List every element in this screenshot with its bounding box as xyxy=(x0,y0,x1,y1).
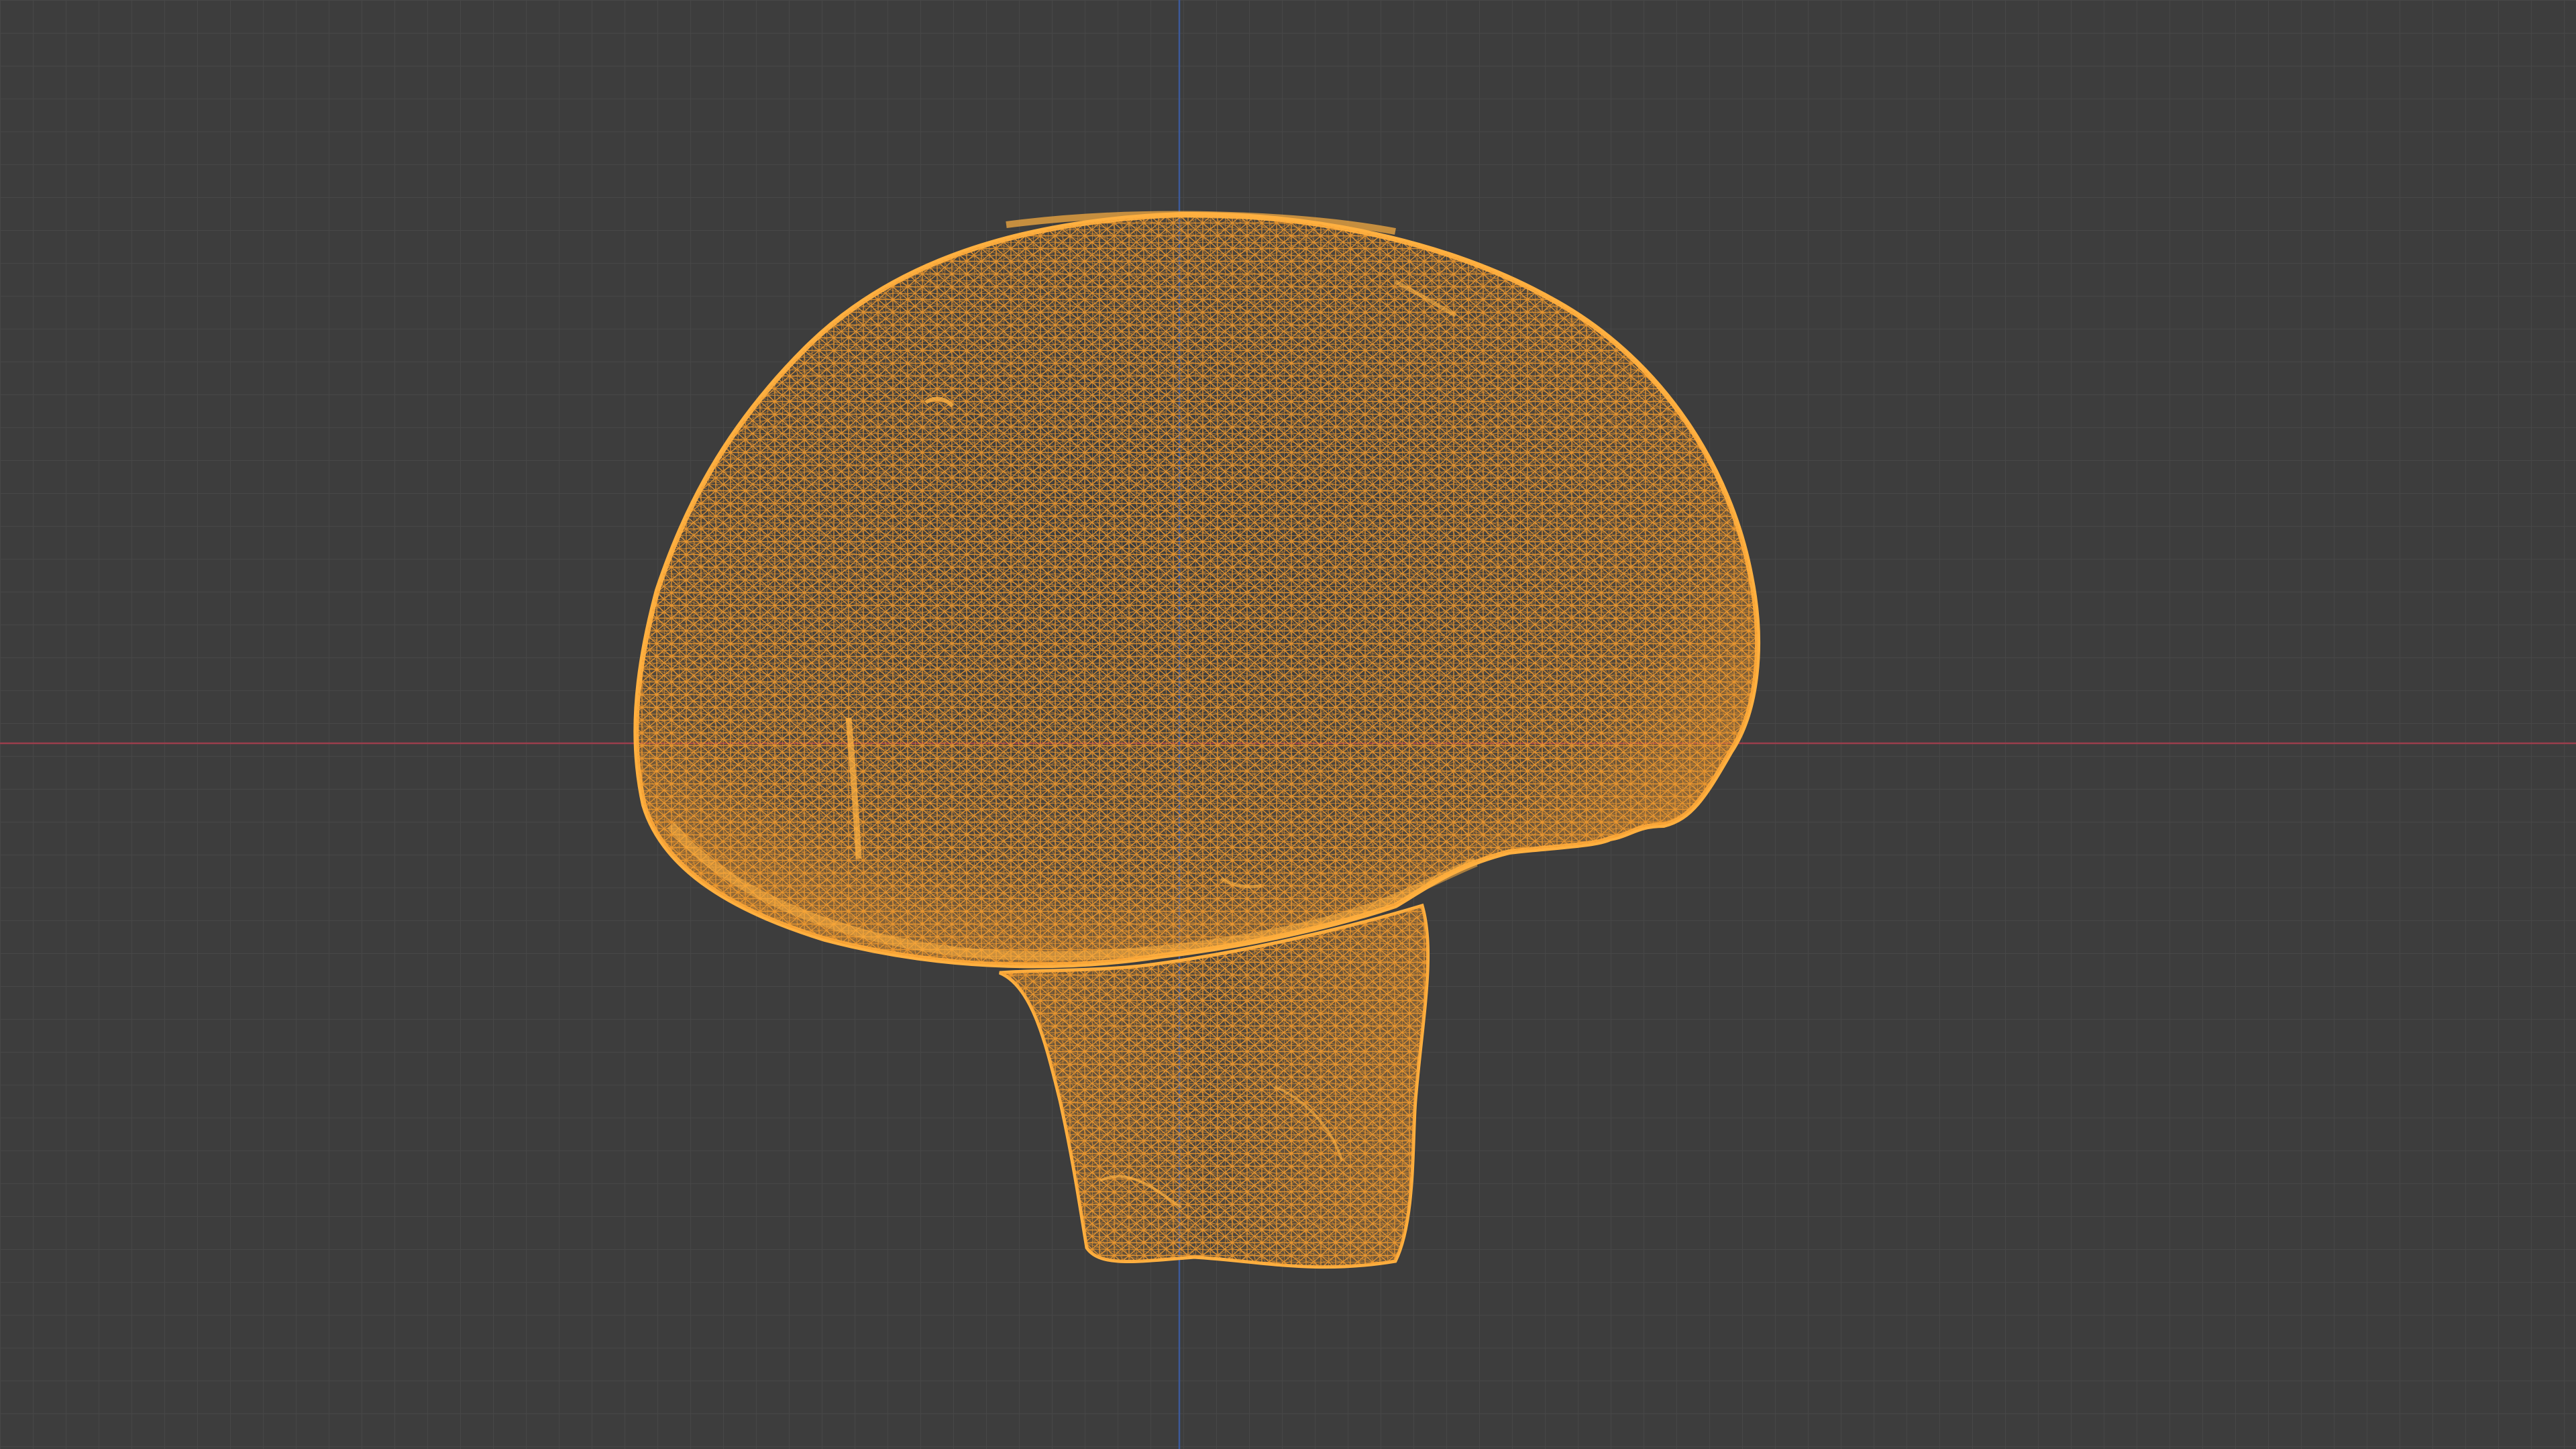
3d-viewport[interactable] xyxy=(0,0,2576,1449)
viewport-canvas[interactable] xyxy=(0,0,2576,1449)
